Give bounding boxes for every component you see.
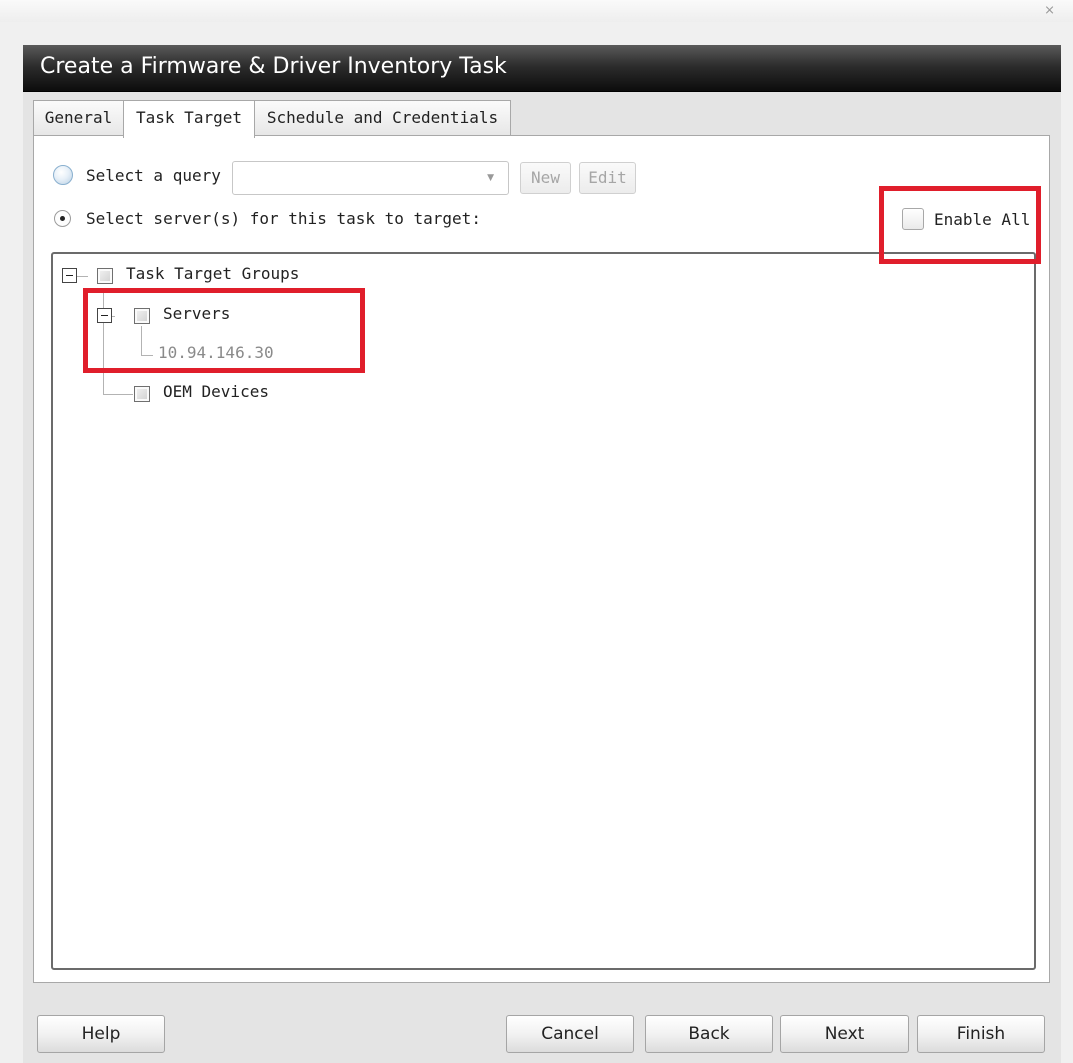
collapse-root-icon[interactable] [62, 268, 77, 283]
oem-devices-label: OEM Devices [163, 382, 269, 401]
dialog-title-bar: Create a Firmware & Driver Inventory Tas… [23, 45, 1061, 92]
close-icon[interactable]: ⨯ [1044, 3, 1055, 18]
next-button[interactable]: Next [780, 1015, 909, 1053]
tab-general[interactable]: General [33, 100, 124, 137]
edit-query-button[interactable]: Edit [579, 162, 636, 194]
servers-highlight [83, 288, 365, 373]
tree-connector [103, 394, 133, 395]
tab-task-target[interactable]: Task Target [123, 100, 255, 138]
finish-button[interactable]: Finish [917, 1015, 1045, 1053]
enable-all-highlight [879, 186, 1041, 264]
select-query-label: Select a query [86, 166, 221, 185]
new-query-button[interactable]: New [520, 162, 571, 194]
cancel-button[interactable]: Cancel [506, 1015, 634, 1053]
help-button[interactable]: Help [37, 1015, 165, 1053]
back-button[interactable]: Back [645, 1015, 773, 1053]
dialog-title: Create a Firmware & Driver Inventory Tas… [40, 54, 507, 79]
query-dropdown[interactable]: ▼ [232, 161, 509, 195]
task-target-panel: Select a query ▼ New Edit Select server(… [33, 135, 1050, 983]
tab-schedule-and-credentials[interactable]: Schedule and Credentials [254, 100, 511, 137]
tree-connector [76, 276, 88, 277]
select-query-radio[interactable] [53, 165, 73, 185]
window-chrome: ⨯ [0, 0, 1073, 22]
select-servers-label: Select server(s) for this task to target… [86, 209, 481, 228]
select-servers-radio[interactable] [54, 210, 71, 227]
task-target-groups-checkbox[interactable] [97, 268, 113, 284]
chevron-down-icon: ▼ [487, 173, 494, 183]
task-target-groups-label: Task Target Groups [126, 264, 300, 283]
oem-devices-checkbox[interactable] [134, 386, 150, 402]
firmware-inventory-dialog: Create a Firmware & Driver Inventory Tas… [23, 45, 1061, 1063]
